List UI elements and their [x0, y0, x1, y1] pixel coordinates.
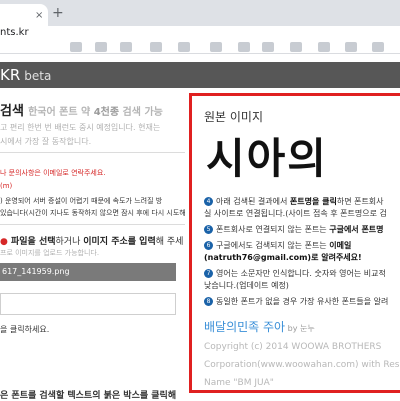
server-notice-2: 있습니다(시간이 지나도 동작하지 않으면 잠시 후에 다시 시도해주세요.: [0, 209, 185, 217]
info-line: (natruth76@gmail.com)로 알려주세요!: [204, 253, 362, 262]
copyright-line: Copyright (c) 2014 WOOWA BROTHERS: [204, 342, 382, 352]
divider: [0, 152, 185, 153]
contact-notice: 나 문의사항은 이메일로 연락주세요.: [0, 169, 106, 177]
page-title-main: 검색: [0, 104, 24, 119]
image-url-input[interactable]: [0, 293, 176, 315]
bookmark-icon[interactable]: [345, 42, 357, 52]
browser-tab[interactable]: ×: [0, 4, 48, 26]
search-panel: 검색 한국어 폰트 약 4천종 검색 가능 고 편리 한번 번 배런도 중시 예…: [0, 88, 185, 400]
site-header: KR beta: [0, 62, 400, 88]
preview-title: 원본 이미지: [204, 110, 264, 124]
contact-email[interactable]: (m): [0, 182, 12, 190]
copyright-line: Name "BM JUA": [204, 378, 274, 388]
bookmark-icon[interactable]: [178, 42, 190, 52]
info-line: 8 동일한 폰트가 없을 경우 가장 유사한 폰트들을 알려: [204, 296, 400, 308]
intro-text-1: 고 편리 한번 번 배런도 중시 예정입니다. 현재는: [0, 123, 161, 132]
close-tab-icon[interactable]: ×: [35, 10, 43, 21]
upload-note: 프로 이미지를 업로드 가능합니다.: [0, 249, 100, 257]
upload-instruction: ● 파일을 선택하거나 이미지 주소를 입력해 주세: [0, 237, 184, 247]
click-hint: 을 클릭하세요.: [0, 325, 50, 334]
bookmark-icon[interactable]: [120, 42, 132, 52]
address-bar[interactable]: nts.kr: [0, 26, 400, 40]
info-line: 낮습니다.(업데이트 예정): [204, 281, 289, 290]
new-tab-button[interactable]: +: [52, 5, 64, 21]
file-chooser[interactable]: 617_141959.png: [0, 263, 176, 281]
bookmark-icon[interactable]: [70, 42, 82, 52]
info-line: 6 구글에서도 검색되지 않는 폰트는 이메일: [204, 240, 400, 252]
number-badge-icon: 8: [204, 297, 213, 306]
bookmarks-bar: [0, 40, 400, 54]
original-image-panel: 원본 이미지 시아의 4 아래 검색된 결과에서 폰트명을 클릭하면 폰트회사 실…: [189, 93, 400, 393]
sample-text-image: 시아의: [206, 134, 328, 183]
info-line: 5 폰트회사로 연결되지 않는 폰트는 구글에서 폰트명: [204, 224, 400, 236]
font-result-link[interactable]: 배달의민족 주아 by 눈누: [204, 318, 315, 335]
bookmark-icon[interactable]: [95, 42, 107, 52]
number-badge-icon: 6: [204, 241, 213, 250]
number-badge-icon: 7: [204, 269, 213, 278]
bookmark-icon[interactable]: [262, 42, 274, 52]
number-badge-icon: 4: [204, 197, 213, 206]
bookmark-icon[interactable]: [290, 42, 302, 52]
logo-text: KR: [0, 66, 21, 84]
page-title: 검색 한국어 폰트 약 4천종 검색 가능: [0, 100, 163, 119]
info-line: 7 영어는 소문자만 인식합니다. 숫자와 영어는 비교적: [204, 268, 400, 280]
browser-tab-strip: × +: [0, 0, 400, 26]
beta-label: beta: [24, 69, 52, 83]
server-notice-1: ) 운영되어 서버 증설이 어렵기 때문에 속도가 느려질 방: [0, 197, 163, 205]
bookmark-icon[interactable]: [150, 42, 162, 52]
bookmark-icon[interactable]: [372, 42, 384, 52]
bottom-hint: 은 폰트를 검색할 텍스트의 붉은 박스를 클릭해: [0, 391, 177, 401]
intro-text-2: 시에서 가장 잘 동작합니다.: [0, 137, 92, 146]
divider: [0, 224, 185, 225]
site-logo[interactable]: KR beta: [0, 66, 51, 85]
info-line: 실 사이트로 연결됩니다.(사이트 접속 후 폰트명으로 검: [204, 209, 387, 218]
number-badge-icon: 5: [204, 225, 213, 234]
info-line: 4 아래 검색된 결과에서 폰트명을 클릭하면 폰트회사: [204, 196, 400, 208]
page-title-sub: 한국어 폰트 약 4천종 검색 가능: [28, 107, 163, 118]
bookmark-icon[interactable]: [318, 42, 330, 52]
bookmark-icon[interactable]: [238, 42, 250, 52]
url-text[interactable]: nts.kr: [0, 26, 29, 40]
copyright-line: Corporation(www.woowahan.com) with Res: [204, 360, 400, 370]
bookmark-icon[interactable]: [210, 42, 222, 52]
